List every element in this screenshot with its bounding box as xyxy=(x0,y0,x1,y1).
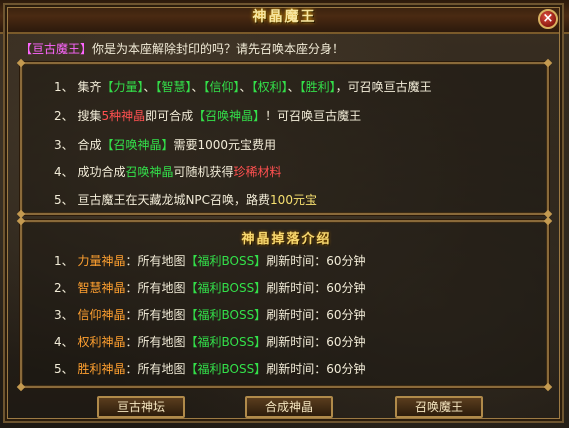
drop-location: ：所有地图 xyxy=(125,308,186,322)
drop-boss-tag: 【福利BOSS】 xyxy=(185,335,267,349)
drops-panel: 神晶掉落介绍 1、 力量神晶：所有地图【福利BOSS】刷新时间：60分钟 2、 智… xyxy=(16,216,553,392)
rule-number: 5、 xyxy=(54,193,78,207)
rule-text: 召唤神晶 xyxy=(125,165,174,179)
rule-text: 【力量】 xyxy=(101,80,144,94)
drop-refresh-time: 刷新时间：60分钟 xyxy=(266,281,366,295)
intro-line: 【亘古魔王】你是为本座解除封印的吗？请先召唤本座分身！ xyxy=(20,40,344,57)
rules-panel: 1、 集齐【力量】、【智慧】、【信仰】、【权利】、【胜利】，可召唤亘古魔王 2、 … xyxy=(16,58,553,219)
drop-item-name: 智慧神晶 xyxy=(77,281,126,295)
rule-text: 搜集 xyxy=(77,109,102,123)
rule-text: 需要1000元宝费用 xyxy=(173,138,277,152)
rule-text: 、 xyxy=(143,80,156,94)
rule-text: 【智慧】 xyxy=(155,80,192,94)
rule-text: 【召唤神晶】 xyxy=(101,138,174,152)
drops-title: 神晶掉落介绍 xyxy=(241,232,332,247)
rule-text: 100元宝 xyxy=(270,193,317,207)
drop-boss-tag: 【福利BOSS】 xyxy=(185,254,267,268)
rule-number: 1、 xyxy=(54,80,78,94)
rule-number: 4、 xyxy=(54,165,78,179)
rule-row: 3、 合成【召唤神晶】需要1000元宝费用 xyxy=(54,136,276,153)
rule-text: 5种神晶 xyxy=(101,109,146,123)
drop-number: 5、 xyxy=(54,362,78,376)
drop-item-name: 权利神晶 xyxy=(77,335,126,349)
rule-text: ，可召唤亘古魔王 xyxy=(335,80,432,94)
drop-number: 2、 xyxy=(54,281,78,295)
drop-row: 1、 力量神晶：所有地图【福利BOSS】刷新时间：60分钟 xyxy=(54,252,365,269)
summon-button[interactable]: 召唤魔王 xyxy=(395,396,483,418)
rule-row: 4、 成功合成召唤神晶可随机获得珍稀材料 xyxy=(54,163,282,180)
altar-button[interactable]: 亘古神坛 xyxy=(97,396,185,418)
rule-text: ！可召唤亘古魔王 xyxy=(265,109,362,123)
rule-number: 2、 xyxy=(54,109,78,123)
drop-row: 2、 智慧神晶：所有地图【福利BOSS】刷新时间：60分钟 xyxy=(54,279,365,296)
rule-text: 、 xyxy=(239,80,252,94)
rule-text: 、 xyxy=(287,80,300,94)
rule-text: 【权利】 xyxy=(251,80,288,94)
drop-number: 4、 xyxy=(54,335,78,349)
intro-text: 你是为本座解除封印的吗？请先召唤本座分身！ xyxy=(92,42,345,56)
drop-refresh-time: 刷新时间：60分钟 xyxy=(266,362,366,376)
drop-number: 1、 xyxy=(54,254,78,268)
drop-boss-tag: 【福利BOSS】 xyxy=(185,281,267,295)
rule-text: 【胜利】 xyxy=(299,80,336,94)
drop-location: ：所有地图 xyxy=(125,254,186,268)
intro-tag: 【亘古魔王】 xyxy=(20,42,93,56)
drop-row: 3、 信仰神晶：所有地图【福利BOSS】刷新时间：60分钟 xyxy=(54,306,365,323)
drop-location: ：所有地图 xyxy=(125,281,186,295)
drop-location: ：所有地图 xyxy=(125,362,186,376)
rule-text: 【召唤神晶】 xyxy=(193,109,266,123)
drop-refresh-time: 刷新时间：60分钟 xyxy=(266,335,366,349)
rule-text: 珍稀材料 xyxy=(233,165,282,179)
drop-item-name: 力量神晶 xyxy=(77,254,126,268)
drop-location: ：所有地图 xyxy=(125,335,186,349)
rule-text: 集齐 xyxy=(77,80,102,94)
rule-text: 亘古魔王在天藏龙城NPC召唤，路费 xyxy=(77,193,271,207)
rule-text: 、 xyxy=(191,80,204,94)
drop-refresh-time: 刷新时间：60分钟 xyxy=(266,308,366,322)
drop-item-name: 胜利神晶 xyxy=(77,362,126,376)
rule-row: 2、 搜集5种神晶即可合成【召唤神晶】！可召唤亘古魔王 xyxy=(54,107,361,124)
drop-boss-tag: 【福利BOSS】 xyxy=(185,362,267,376)
craft-button[interactable]: 合成神晶 xyxy=(245,396,333,418)
rule-row: 1、 集齐【力量】、【智慧】、【信仰】、【权利】、【胜利】，可召唤亘古魔王 xyxy=(54,78,432,95)
rule-text: 即可合成 xyxy=(145,109,194,123)
rule-number: 3、 xyxy=(54,138,78,152)
drop-row: 4、 权利神晶：所有地图【福利BOSS】刷新时间：60分钟 xyxy=(54,333,365,350)
rule-text: 合成 xyxy=(77,138,102,152)
rule-text: 成功合成 xyxy=(77,165,126,179)
drop-boss-tag: 【福利BOSS】 xyxy=(185,308,267,322)
drop-number: 3、 xyxy=(54,308,78,322)
drop-row: 5、 胜利神晶：所有地图【福利BOSS】刷新时间：60分钟 xyxy=(54,360,365,377)
drop-item-name: 信仰神晶 xyxy=(77,308,126,322)
rule-text: 【信仰】 xyxy=(203,80,240,94)
rule-text: 可随机获得 xyxy=(173,165,234,179)
drop-refresh-time: 刷新时间：60分钟 xyxy=(266,254,366,268)
rule-row: 5、 亘古魔王在天藏龙城NPC召唤，路费100元宝 xyxy=(54,191,317,208)
